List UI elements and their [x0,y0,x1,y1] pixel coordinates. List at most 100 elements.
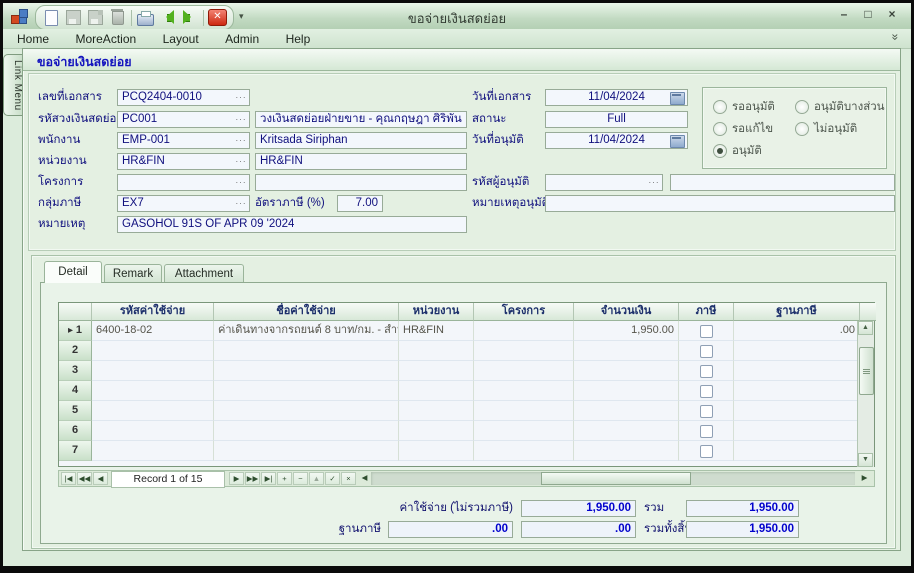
maximize-button[interactable]: □ [861,7,875,21]
commit-edit-button[interactable]: ✓ [325,472,340,485]
tax-checkbox[interactable] [700,325,713,338]
cell-project[interactable] [474,441,574,461]
table-row[interactable]: 4 [59,381,860,401]
cell-amount[interactable] [574,421,679,441]
edit-row-button[interactable]: ▲ [309,472,324,485]
petty-cash-code-field[interactable]: PC001 [117,111,250,128]
scroll-down-icon[interactable]: ▼ [858,453,873,467]
tax-checkbox[interactable] [700,425,713,438]
cell-code[interactable]: 6400-18-02 [92,321,214,341]
petty-cash-lookup-icon[interactable] [234,112,248,127]
row-indicator[interactable]: 4 [59,381,92,401]
forward-icon[interactable] [180,9,199,27]
tax-checkbox[interactable] [700,405,713,418]
cell-name[interactable]: ค่าเดินทางจากรถยนต์ 8 บาท/กม. - สำนั... [214,321,399,341]
cell-taxbase[interactable] [734,421,860,441]
row-indicator[interactable]: 1 [59,321,92,341]
project-lookup-icon[interactable] [234,175,248,190]
tax-checkbox[interactable] [700,445,713,458]
radio-pending-revision[interactable]: รอแก้ไข [713,120,773,138]
back-icon[interactable] [158,9,177,27]
department-lookup-icon[interactable] [234,154,248,169]
table-row[interactable]: 7 [59,441,860,461]
cell-project[interactable] [474,381,574,401]
radio-partial-approval[interactable]: อนุมัติบางส่วน [795,98,885,116]
close-form-icon[interactable]: ✕ [208,9,227,27]
grid-header-taxbase[interactable]: ฐานภาษี [734,303,860,321]
approve-date-field[interactable]: 11/04/2024 [545,132,688,149]
project-field[interactable] [117,174,250,191]
cell-amount[interactable] [574,381,679,401]
employee-field[interactable]: EMP-001 [117,132,250,149]
cell-dept[interactable] [399,421,474,441]
tab-detail[interactable]: Detail [44,261,102,283]
menu-home[interactable]: Home [17,29,49,46]
cell-amount[interactable] [574,341,679,361]
cell-taxbase[interactable] [734,381,860,401]
tax-rate-field[interactable]: 7.00 [337,195,383,212]
radio-not-approved[interactable]: ไม่อนุมัติ [795,120,857,138]
cell-project[interactable] [474,341,574,361]
note-field[interactable]: GASOHOL 91S OF APR 09 '2024 [117,216,467,233]
next-record-button[interactable]: ▶ [229,472,244,485]
cell-amount[interactable]: 1,950.00 [574,321,679,341]
vertical-scroll-thumb[interactable] [859,347,874,395]
cell-code[interactable] [92,361,214,381]
menu-overflow-icon[interactable]: » [889,34,903,41]
tax-checkbox[interactable] [700,345,713,358]
cell-taxbase[interactable]: .00 [734,321,860,341]
department-field[interactable]: HR&FIN [117,153,250,170]
cell-taxbase[interactable] [734,441,860,461]
cell-project[interactable] [474,401,574,421]
cancel-edit-button[interactable]: × [341,472,356,485]
cell-taxbase[interactable] [734,401,860,421]
cell-amount[interactable] [574,401,679,421]
cell-project[interactable] [474,321,574,341]
cell-tax[interactable] [679,401,734,421]
close-button[interactable]: × [885,7,899,21]
cell-tax[interactable] [679,321,734,341]
cell-name[interactable] [214,421,399,441]
cell-code[interactable] [92,421,214,441]
grid-header-project[interactable]: โครงการ [474,303,574,321]
cell-name[interactable] [214,361,399,381]
new-document-icon[interactable] [42,9,61,27]
row-indicator[interactable]: 2 [59,341,92,361]
approve-note-field[interactable] [545,195,895,212]
tax-checkbox[interactable] [700,365,713,378]
cell-code[interactable] [92,401,214,421]
cell-code[interactable] [92,381,214,401]
toolbar-overflow-icon[interactable]: ▾ [239,11,244,22]
cell-project[interactable] [474,421,574,441]
cell-dept[interactable] [399,381,474,401]
save-as-icon[interactable] [86,9,105,27]
cell-name[interactable] [214,341,399,361]
table-row[interactable]: 5 [59,401,860,421]
table-row[interactable]: 6 [59,421,860,441]
row-indicator[interactable]: 3 [59,361,92,381]
cell-taxbase[interactable] [734,341,860,361]
cell-tax[interactable] [679,441,734,461]
delete-row-button[interactable]: − [293,472,308,485]
cell-code[interactable] [92,441,214,461]
cell-amount[interactable] [574,441,679,461]
cell-dept[interactable] [399,441,474,461]
prev-page-button[interactable]: ◀◀ [77,472,92,485]
cell-taxbase[interactable] [734,361,860,381]
doc-no-field[interactable]: PCQ2404-0010 [117,89,250,106]
grid-header-tax[interactable]: ภาษี [679,303,734,321]
cell-name[interactable] [214,381,399,401]
cell-tax[interactable] [679,381,734,401]
tax-group-field[interactable]: EX7 [117,195,250,212]
cell-code[interactable] [92,341,214,361]
horizontal-scrollbar[interactable] [371,472,855,485]
cell-project[interactable] [474,361,574,381]
cell-tax[interactable] [679,421,734,441]
tab-remark[interactable]: Remark [104,264,162,283]
scroll-up-icon[interactable]: ▲ [858,321,873,335]
cell-dept[interactable] [399,401,474,421]
row-indicator[interactable]: 7 [59,441,92,461]
doc-date-field[interactable]: 11/04/2024 [545,89,688,106]
hscroll-left-icon[interactable]: ◀ [357,472,372,485]
tab-attachment[interactable]: Attachment [164,264,244,283]
